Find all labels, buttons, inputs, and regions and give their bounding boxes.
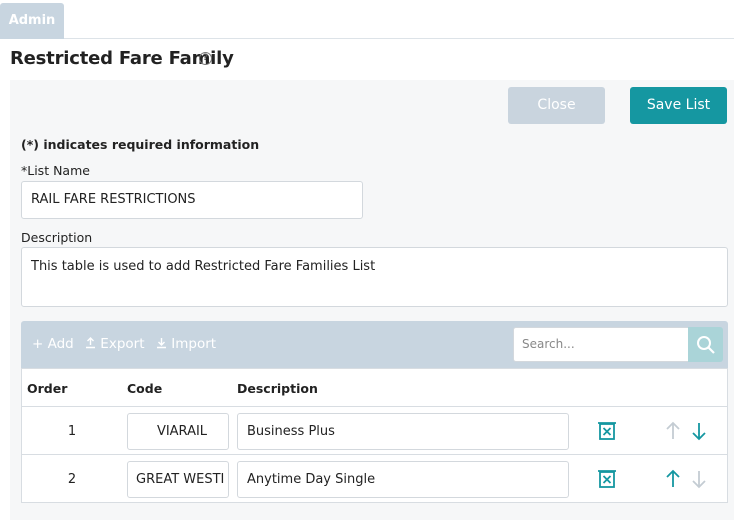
table-toolbar: + Add Export Import Search... (21, 321, 728, 368)
download-icon (157, 338, 166, 349)
order-cell: 2 (67, 472, 77, 487)
column-header-description: Description (237, 381, 318, 396)
required-note: (*) indicates required information (21, 137, 260, 152)
close-button[interactable]: Close (508, 87, 605, 124)
upload-icon (86, 337, 95, 349)
add-button[interactable]: + Add (32, 336, 74, 352)
search-input[interactable]: Search... (513, 327, 689, 362)
column-header-order: Order (27, 381, 68, 396)
code-input[interactable]: GREAT WESTI (127, 461, 229, 498)
list-name-input[interactable]: RAIL FARE RESTRICTIONS (21, 181, 363, 219)
search-button[interactable] (688, 327, 723, 362)
move-down-icon[interactable] (691, 421, 707, 441)
table-row: 2 GREAT WESTI Anytime Day Single (22, 455, 727, 503)
save-list-button[interactable]: Save List (630, 87, 727, 124)
row-description-input[interactable]: Business Plus (237, 413, 569, 450)
order-cell: 1 (67, 424, 77, 439)
move-up-icon[interactable] (665, 469, 681, 489)
form-panel: Close Save List (*) indicates required i… (10, 80, 734, 520)
tab-bar: Admin (0, 0, 734, 39)
delete-icon[interactable] (598, 421, 616, 441)
delete-icon[interactable] (598, 469, 616, 489)
column-header-code: Code (127, 381, 163, 396)
fare-family-table: Order Code Description 1 VIARAIL Busines… (21, 368, 728, 503)
help-icon[interactable]: ? (199, 52, 212, 65)
export-label: Export (100, 336, 145, 352)
move-up-icon (666, 421, 680, 439)
row-description-input[interactable]: Anytime Day Single (237, 461, 569, 498)
code-input[interactable]: VIARAIL (127, 413, 229, 450)
list-name-label: *List Name (21, 163, 90, 178)
import-label: Import (171, 336, 217, 352)
export-button[interactable]: Export (85, 336, 145, 352)
tab-admin[interactable]: Admin (0, 3, 64, 39)
import-button[interactable]: Import (156, 336, 216, 352)
search-icon (697, 336, 715, 354)
description-label: Description (21, 230, 93, 245)
table-row: 1 VIARAIL Business Plus (22, 407, 727, 455)
description-textarea[interactable]: This table is used to add Restricted Far… (21, 247, 728, 307)
move-down-icon (692, 471, 706, 489)
